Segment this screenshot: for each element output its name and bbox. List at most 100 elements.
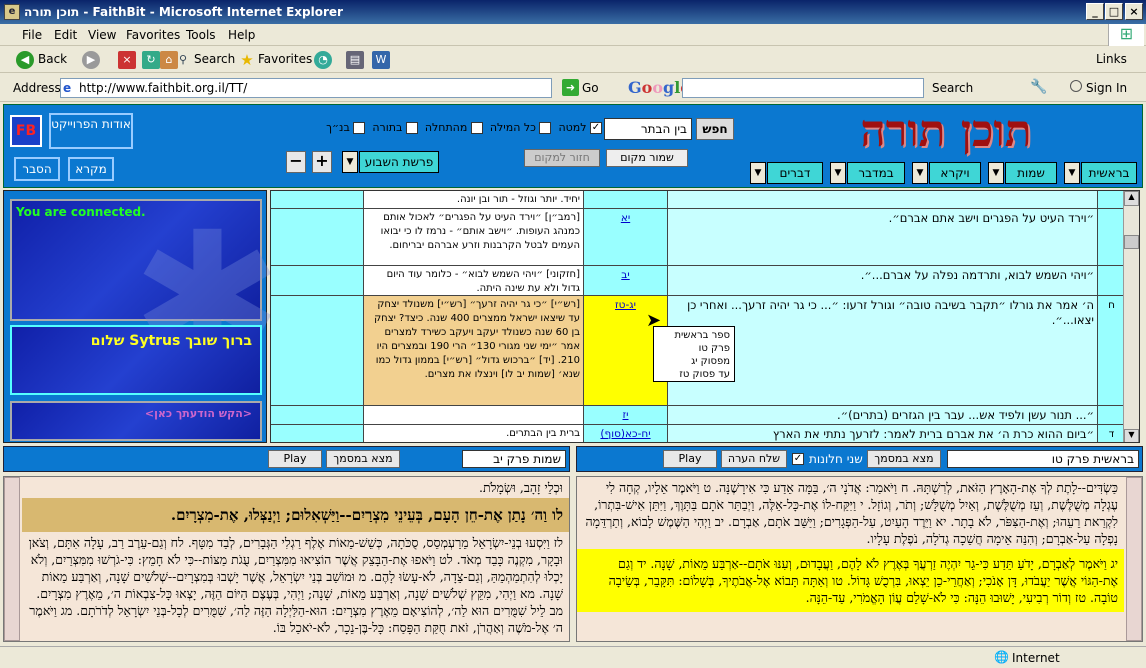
row-verse-ref[interactable]: יב <box>583 266 667 295</box>
right-play-button[interactable]: Play <box>663 450 717 468</box>
menu-file[interactable]: File <box>22 28 42 42</box>
book-select-vayikra[interactable]: ▼ ויקרא <box>912 162 982 184</box>
row-verse-ref[interactable] <box>583 191 667 208</box>
row-number: ח <box>1097 296 1125 405</box>
book-label: בראשית <box>1081 162 1137 184</box>
minimize-button[interactable]: _ <box>1086 3 1104 20</box>
hesber-button[interactable]: הסבר <box>14 157 60 181</box>
tooltip-line: ספר בראשית <box>674 330 730 341</box>
signin-radio-icon[interactable] <box>1070 80 1082 92</box>
opt-torah-checkbox[interactable] <box>405 122 418 134</box>
table-row[interactable]: ״... תנור עשן ולפיד אש... עבר בין הגזרים… <box>271 406 1125 425</box>
table-row[interactable]: ״וירד העיט על הפגרים וישב אתם אברם״. יא … <box>271 209 1125 266</box>
menu-help[interactable]: Help <box>228 28 255 42</box>
scroll-thumb[interactable] <box>1124 235 1139 249</box>
table-row[interactable]: ד ״ביום ההוא כרת ה׳ את אברם ברית לאמר: ל… <box>271 425 1125 442</box>
go-button[interactable]: Go <box>582 81 599 95</box>
right-text-scrollbar[interactable] <box>1126 477 1142 641</box>
row-verse-ref[interactable]: יז <box>583 406 667 424</box>
favorites-button[interactable]: Favorites <box>258 52 312 66</box>
search-icon[interactable]: ⚲ <box>174 51 192 69</box>
opt-below-checkbox[interactable]: ✓ <box>590 122 602 134</box>
edit-word-icon[interactable]: W <box>372 51 390 69</box>
chevron-down-icon: ▼ <box>830 162 846 184</box>
chevron-down-icon: ▼ <box>988 162 1004 184</box>
row-summary: ״... תנור עשן ולפיד אש... עבר בין הגזרים… <box>667 406 1097 424</box>
connection-status: You are connected. <box>16 205 146 219</box>
left-find-button[interactable]: מצא במסמך <box>326 450 400 468</box>
favorites-star-icon[interactable]: ★ <box>238 51 256 69</box>
book-label: במדבר <box>847 162 905 184</box>
maximize-button[interactable]: □ <box>1105 3 1123 20</box>
row-commentary: [רש״י] ״כי גר יהיה זרעך״ [רש״י] משנולד י… <box>363 296 583 405</box>
sign-in-link[interactable]: Sign In <box>1086 81 1127 95</box>
menu-edit[interactable]: Edit <box>54 28 77 42</box>
parasha-select[interactable]: ▼ פרשת השבוע <box>342 151 440 173</box>
book-label: דברים <box>767 162 823 184</box>
send-note-button[interactable]: שלח הערה <box>721 450 787 468</box>
back-arrow-icon[interactable]: ◀ <box>16 51 34 69</box>
right-find-button[interactable]: מצא במסמך <box>867 450 941 468</box>
row-verse-ref[interactable]: יא <box>583 209 667 265</box>
left-play-button[interactable]: Play <box>268 450 322 468</box>
message-input-prompt[interactable]: <הקש הודעתך כאן> <box>145 407 252 420</box>
opt-tanakh-label: בנ״ך <box>326 121 350 134</box>
opt-whole-word-checkbox[interactable] <box>539 122 552 134</box>
site-header: FB אודות הפרוייקט מקרא הסבר תוכן תורה חפ… <box>3 104 1143 188</box>
return-place-button[interactable]: חזור למקום <box>524 149 600 167</box>
close-button[interactable]: × <box>1125 3 1143 20</box>
menu-tools[interactable]: Tools <box>186 28 216 42</box>
address-label: Address <box>13 81 61 95</box>
table-row[interactable]: יחיד. יותר וגוזל - תור ובן יונה. <box>271 191 1125 209</box>
forward-arrow-icon[interactable]: ▶ <box>82 51 100 69</box>
message-panel[interactable]: <הקש הודעתך כאן> <box>10 401 262 441</box>
book-label: שמות <box>1005 162 1057 184</box>
go-arrow-icon[interactable]: ➜ <box>562 79 579 96</box>
opt-from-start-checkbox[interactable] <box>470 122 483 134</box>
row-commentary: ברית בין הבתרים. <box>363 425 583 442</box>
history-icon[interactable]: ◔ <box>314 51 332 69</box>
scroll-up-icon[interactable]: ▲ <box>1124 191 1139 206</box>
wrench-icon[interactable]: 🔧 <box>1030 79 1047 95</box>
two-windows-checkbox[interactable]: ✓ <box>792 453 804 465</box>
book-select-bamidbar[interactable]: ▼ במדבר <box>830 162 906 184</box>
left-text-scrollbar[interactable] <box>4 477 20 641</box>
about-project-button[interactable]: אודות הפרוייקט <box>49 113 133 149</box>
row-verse-ref[interactable]: יח-כא(סוף) <box>583 425 667 442</box>
menu-favorites[interactable]: Favorites <box>126 28 180 42</box>
scroll-down-icon[interactable]: ▼ <box>1124 429 1139 442</box>
site-logo-title: תוכן תורה <box>860 106 1032 157</box>
back-button[interactable]: Back <box>38 52 67 66</box>
book-select-shemot[interactable]: ▼ שמות <box>988 162 1058 184</box>
google-search-input[interactable] <box>682 78 924 98</box>
right-chapter-input[interactable]: בראשית פרק טו <box>947 450 1139 468</box>
mikra-button[interactable]: מקרא <box>68 157 114 181</box>
print-icon[interactable]: ▤ <box>346 51 364 69</box>
chevron-down-icon: ▼ <box>1064 162 1080 184</box>
ie-page-icon: e <box>63 81 72 95</box>
table-row[interactable]: ״ויהי השמש לבוא, ותרדמה נפלה על אברם...״… <box>271 266 1125 296</box>
search-submit-button[interactable]: חפש <box>696 118 734 140</box>
menu-view[interactable]: View <box>88 28 116 42</box>
left-text-pane: וּכְלֵי זָהָב, וּשְׂמָלֹת. לו וַה׳ נָתַן… <box>3 476 570 642</box>
highlighted-verse: יג וַיֹּאמֶר לְאַבְרָם, יָדֹעַ תֵּדַע כִ… <box>577 549 1124 612</box>
save-place-button[interactable]: שמור מקום <box>606 149 688 167</box>
plus-button[interactable]: + <box>312 151 332 173</box>
address-input[interactable]: e http://www.faithbit.org.il/TT/ <box>60 78 552 98</box>
book-select-bereshit[interactable]: ▼ בראשית <box>1064 162 1138 184</box>
links-label[interactable]: Links <box>1096 52 1127 66</box>
google-search-button[interactable]: Search <box>932 81 973 95</box>
search-term-input[interactable]: בין הבתר <box>604 118 692 140</box>
left-chapter-bar: שמות פרק יב מצא במסמך Play <box>3 446 570 472</box>
minus-button[interactable]: − <box>286 151 306 173</box>
grid-scrollbar[interactable]: ▲ ▼ <box>1123 191 1139 442</box>
address-url: http://www.faithbit.org.il/TT/ <box>79 81 248 95</box>
stop-icon[interactable]: × <box>118 51 136 69</box>
book-select-devarim[interactable]: ▼ דברים <box>750 162 824 184</box>
refresh-icon[interactable]: ↻ <box>142 51 160 69</box>
opt-tanakh-checkbox[interactable] <box>353 122 366 134</box>
left-chapter-input[interactable]: שמות פרק יב <box>462 450 566 468</box>
two-windows-label: שני חלונות <box>809 452 863 466</box>
search-button[interactable]: Search <box>194 52 235 66</box>
opt-whole-word-label: כל המילה <box>489 121 536 134</box>
